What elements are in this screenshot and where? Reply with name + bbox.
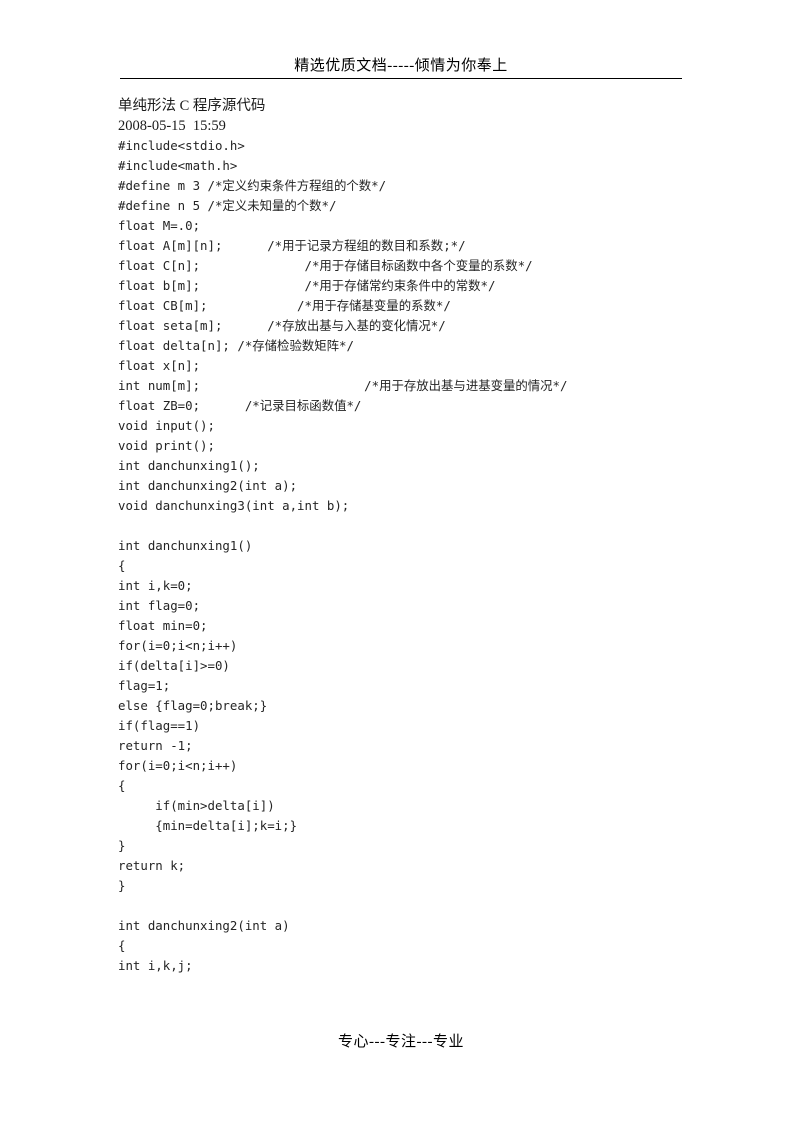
code-line: int i,k=0; [118,578,193,593]
code-line: float b[m]; /*用于存储常约束条件中的常数*/ [118,278,496,293]
code-line: float x[n]; [118,358,201,373]
code-line: {min=delta[i];k=i;} [118,818,298,833]
code-line: float seta[m]; /*存放出基与入基的变化情况*/ [118,318,446,333]
code-line: for(i=0;i<n;i++) [118,638,238,653]
code-line: int danchunxing2(int a) [118,918,290,933]
code-line: void danchunxing3(int a,int b); [118,498,350,513]
code-line: #define n 5 /*定义未知量的个数*/ [118,198,337,213]
code-line: float ZB=0; /*记录目标函数值*/ [118,398,362,413]
code-line: int danchunxing1(); [118,458,260,473]
code-line: #include<math.h> [118,158,238,173]
code-line: { [118,558,126,573]
code-line: int num[m]; /*用于存放出基与进基变量的情况*/ [118,378,568,393]
code-line: float C[n]; /*用于存储目标函数中各个变量的系数*/ [118,258,533,273]
document-timestamp: 2008-05-15 15:59 [118,118,226,134]
code-line: if(delta[i]>=0) [118,658,230,673]
code-line: #include<stdio.h> [118,138,245,153]
document-page: 精选优质文档-----倾情为你奉上 单纯形法 C 程序源代码 2008-05-1… [0,0,793,1122]
header-divider [120,78,682,79]
code-line: float M=.0; [118,218,201,233]
source-code-block: #include<stdio.h> #include<math.h> #define… [118,136,718,976]
code-line: if(min>delta[i]) [118,798,275,813]
footer-slogan-text: 专心---专注---专业 [338,1034,464,1050]
code-line: float delta[n]; /*存储检验数矩阵*/ [118,338,354,353]
page-header: 精选优质文档-----倾情为你奉上 [120,56,682,79]
code-line: float min=0; [118,618,208,633]
page-footer: 专心---专注---专业 [120,1032,682,1052]
code-line: int danchunxing1() [118,538,253,553]
code-line: } [118,878,126,893]
code-line: { [118,778,126,793]
code-line: return k; [118,858,186,873]
code-line: else {flag=0;break;} [118,698,268,713]
code-line: float A[m][n]; /*用于记录方程组的数目和系数;*/ [118,238,466,253]
code-line: #define m 3 /*定义约束条件方程组的个数*/ [118,178,387,193]
document-title: 单纯形法 C 程序源代码 [118,98,266,114]
code-line: } [118,838,126,853]
code-line: int i,k,j; [118,958,193,973]
code-line: float CB[m]; /*用于存储基变量的系数*/ [118,298,451,313]
code-line: int danchunxing2(int a); [118,478,298,493]
code-line: void print(); [118,438,215,453]
code-line: if(flag==1) [118,718,201,733]
code-line: flag=1; [118,678,171,693]
code-line: { [118,938,126,953]
code-line: for(i=0;i<n;i++) [118,758,238,773]
code-line: int flag=0; [118,598,201,613]
header-banner-text: 精选优质文档-----倾情为你奉上 [294,58,508,74]
code-line: void input(); [118,418,215,433]
code-line: return -1; [118,738,193,753]
document-body: 单纯形法 C 程序源代码 2008-05-15 15:59 #include<s… [118,96,718,976]
